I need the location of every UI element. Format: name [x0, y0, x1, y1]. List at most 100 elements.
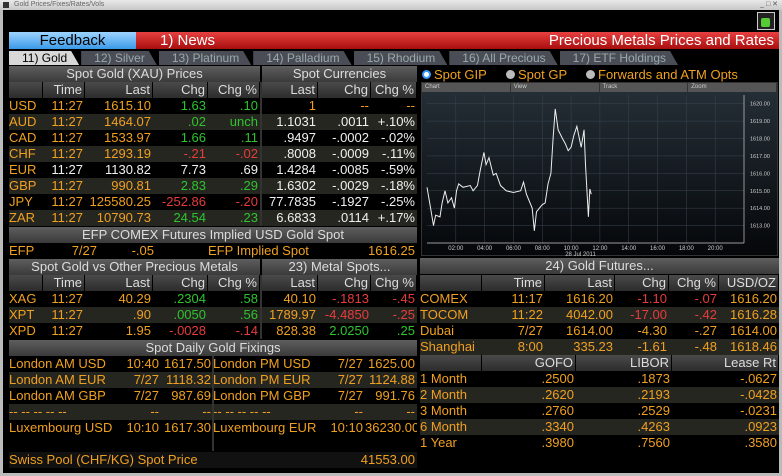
- metal-row[interactable]: XAG 11:27 40.29 .2304 .58 40.10 -.1813 -.45: [9, 291, 417, 307]
- cell: 1789.97: [260, 307, 318, 323]
- rate-row[interactable]: 3 Month .2760 .2529 -.0231: [420, 403, 779, 419]
- cell: -1.61: [637, 339, 667, 354]
- cell: -.48: [694, 339, 717, 354]
- cell: 11:17: [511, 291, 543, 306]
- cell: .2304: [173, 291, 206, 306]
- row-label: CHF: [9, 146, 36, 161]
- window-title-bar: Gold Prices/Fixes/Rates/Vols _ □ ✕: [0, 0, 782, 10]
- currency-row[interactable]: ZAR 11:27 10790.73 24.54 .23 6.6833 .0114 +.17%: [9, 210, 417, 226]
- radio-label: Forwards and ATM Opts: [598, 67, 738, 82]
- future-row[interactable]: COMEX 11:17 1616.20 -1.10 -.07 1616.20: [420, 291, 779, 307]
- column-header: [9, 82, 43, 98]
- cell: 11:27: [51, 98, 83, 113]
- radio-2[interactable]: Forwards and ATM Opts: [586, 67, 738, 82]
- metal-spots-link[interactable]: 23) Metal Spots...: [262, 259, 417, 275]
- tab-5[interactable]: 16) All Precious: [449, 51, 557, 65]
- row-label: COMEX: [420, 291, 468, 306]
- cell: .29: [239, 178, 258, 193]
- row-label: JPY: [9, 194, 33, 209]
- feedback-button[interactable]: Feedback: [9, 32, 136, 49]
- tab-1[interactable]: 12) Silver: [81, 51, 157, 65]
- x-tick-label: 02:00: [448, 246, 464, 252]
- cell: Luxembourg EUR: [213, 420, 317, 435]
- swiss-pool-row: Swiss Pool (CHF/KG) Spot Price 41553.00: [9, 452, 417, 468]
- price-chart[interactable]: Chart View Track Zoom 02:00 04:00 06:00 08:00 1…: [421, 82, 778, 257]
- cell: -4.30: [637, 323, 667, 338]
- radio-button-icon[interactable]: [422, 70, 431, 79]
- tab-4[interactable]: 15) Rhodium: [354, 51, 448, 65]
- cell: 6.6833: [260, 210, 318, 226]
- radio-0[interactable]: Spot GIP: [422, 67, 487, 82]
- tab-2[interactable]: 13) Platinum: [159, 51, 251, 65]
- cell: -.0428: [740, 387, 777, 402]
- tab-3[interactable]: 14) Palladium: [253, 51, 351, 65]
- tab-0[interactable]: 11) Gold: [9, 51, 79, 65]
- fixings-header: Spot Daily Gold Fixings: [9, 340, 417, 356]
- cell: -252.86: [161, 194, 206, 209]
- rate-row[interactable]: 1 Year .3980 .7560 .3580: [420, 435, 779, 451]
- radio-button-icon[interactable]: [586, 70, 595, 79]
- news-button[interactable]: 1) News: [160, 32, 215, 49]
- cell: -.0009: [332, 146, 369, 161]
- window-menu-icon[interactable]: [3, 2, 9, 8]
- column-header: Lease Rt: [672, 355, 779, 371]
- x-tick-label: 08:00: [535, 246, 551, 252]
- row-label: EUR: [9, 162, 37, 177]
- radio-button-icon[interactable]: [506, 70, 515, 79]
- cell: .3580: [744, 435, 777, 450]
- cell: -.27: [694, 323, 717, 338]
- radio-1[interactable]: Spot GP: [506, 67, 567, 82]
- swiss-pool-value: 41553.00: [360, 452, 415, 467]
- cell: 1616.20: [566, 291, 613, 306]
- cell: -.0627: [740, 371, 777, 386]
- cell: .8008: [260, 146, 318, 162]
- column-header: Chg: [615, 275, 669, 291]
- future-row[interactable]: Shanghai 8:00 335.23 -1.61 -.48 1618.46: [420, 339, 779, 355]
- row-label: XAG: [9, 291, 37, 306]
- cell: unch: [229, 114, 258, 129]
- future-row[interactable]: TOCOM 11:22 4042.00 -17.00 -.42 1616.28: [420, 307, 779, 323]
- metal-row[interactable]: XPD 11:27 1.95 -.0028 -.14 828.38 2.0250 .25: [9, 323, 417, 339]
- cell: 10790.73: [96, 210, 151, 225]
- cell: -.42: [694, 307, 717, 322]
- tab-6[interactable]: 17) ETF Holdings: [560, 51, 678, 65]
- launchpad-icon[interactable]: [757, 12, 775, 30]
- y-tick-label: 1620.00: [750, 102, 770, 108]
- cell: -.0002: [332, 130, 369, 145]
- rate-row[interactable]: 1 Month .2500 .1873 -.0627: [420, 371, 779, 387]
- cell: 11:27: [51, 130, 83, 145]
- column-header: LIBOR: [576, 355, 672, 371]
- row-label: Luxembourg USD: [9, 420, 113, 435]
- metal-row[interactable]: XPT 11:27 .90 .0050 .56 1789.97 -4.4850 -.25: [9, 307, 417, 323]
- rate-row[interactable]: 2 Month .2620 .2193 -.0428: [420, 387, 779, 403]
- cell: 1533.97: [104, 130, 151, 145]
- currency-row[interactable]: CHF 11:27 1293.19 -.21 -.02.8008 -.0009 -.11%: [9, 146, 417, 162]
- currency-row[interactable]: AUD 11:27 1464.07 .02 unch 1.1031 .0011 +.10%: [9, 114, 417, 130]
- cell: .2760: [541, 403, 574, 418]
- cell: 77.7835: [260, 194, 318, 210]
- row-label: Dubai: [420, 323, 454, 338]
- future-row[interactable]: Dubai 7/27 1614.00 -4.30 -.27 1614.00: [420, 323, 779, 339]
- chart-svg: 02:00 04:00 06:00 08:00 10:00 12:00 14:00 16:00…: [426, 95, 770, 257]
- currency-row[interactable]: EUR 11:27 1130.82 7.73 .69 1.4284 -.0085 -.59%: [9, 162, 417, 178]
- cell: --: [354, 404, 363, 419]
- cell: 11:22: [511, 307, 543, 322]
- gold-futures-link[interactable]: 24) Gold Futures...: [420, 258, 779, 274]
- cell: 335.23: [573, 339, 613, 354]
- radio-label: Spot GP: [518, 67, 568, 82]
- rate-row[interactable]: 6 Month .3340 .4263 .0923: [420, 419, 779, 435]
- currency-row[interactable]: JPY 11:27 125580.25 -252.86 -.20 77.7835 -.192…: [9, 194, 417, 210]
- price-line: [426, 108, 592, 231]
- cell: .0923: [744, 419, 777, 434]
- currency-row[interactable]: USD 11:27 1615.10 1.63 .10 1 -- --: [9, 98, 417, 114]
- cell: 1464.07: [104, 114, 151, 129]
- cell: -.25%: [381, 194, 415, 209]
- cell: 40.10: [260, 291, 318, 307]
- row-label: 2 Month: [420, 387, 467, 402]
- cell: -.02%: [381, 130, 415, 145]
- window-controls[interactable]: _ □ ✕: [760, 0, 778, 10]
- y-tick-label: 1613.00: [750, 224, 770, 230]
- cell: +.17%: [377, 210, 415, 225]
- currency-row[interactable]: GBP 11:27 990.81 2.83 .29 1.6302 -.0029 -.18%: [9, 178, 417, 194]
- currency-row[interactable]: CAD 11:27 1533.97 1.66 .11.9497 -.0002 -.02%: [9, 130, 417, 146]
